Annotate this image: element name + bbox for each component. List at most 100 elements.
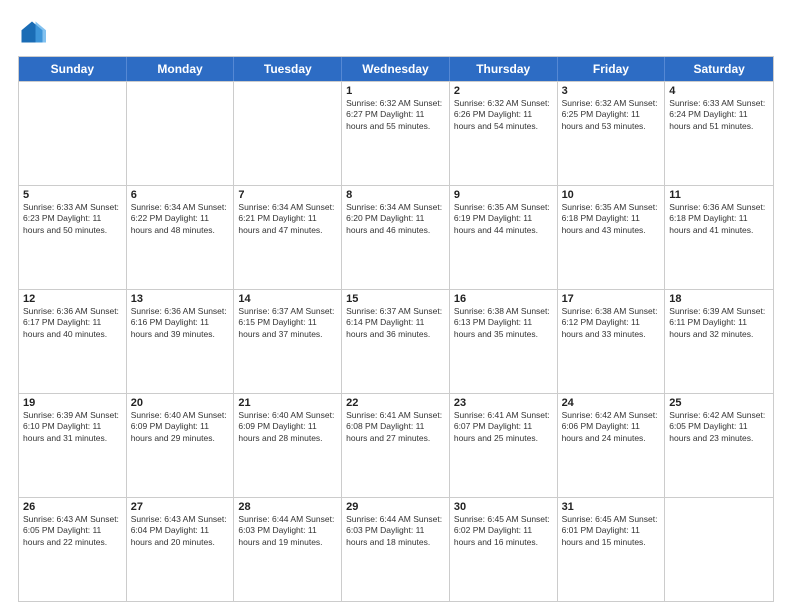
day-number: 1 xyxy=(346,85,445,97)
day-info: Sunrise: 6:38 AM Sunset: 6:13 PM Dayligh… xyxy=(454,306,553,340)
day-info: Sunrise: 6:34 AM Sunset: 6:20 PM Dayligh… xyxy=(346,202,445,236)
day-number: 16 xyxy=(454,293,553,305)
header-day-tuesday: Tuesday xyxy=(234,57,342,81)
day-number: 28 xyxy=(238,501,337,513)
day-info: Sunrise: 6:42 AM Sunset: 6:05 PM Dayligh… xyxy=(669,410,769,444)
day-info: Sunrise: 6:41 AM Sunset: 6:08 PM Dayligh… xyxy=(346,410,445,444)
day-cell-31: 31Sunrise: 6:45 AM Sunset: 6:01 PM Dayli… xyxy=(558,498,666,601)
day-cell-21: 21Sunrise: 6:40 AM Sunset: 6:09 PM Dayli… xyxy=(234,394,342,497)
day-info: Sunrise: 6:39 AM Sunset: 6:10 PM Dayligh… xyxy=(23,410,122,444)
day-cell-8: 8Sunrise: 6:34 AM Sunset: 6:20 PM Daylig… xyxy=(342,186,450,289)
header xyxy=(18,18,774,46)
day-number: 26 xyxy=(23,501,122,513)
day-cell-16: 16Sunrise: 6:38 AM Sunset: 6:13 PM Dayli… xyxy=(450,290,558,393)
day-info: Sunrise: 6:43 AM Sunset: 6:05 PM Dayligh… xyxy=(23,514,122,548)
day-info: Sunrise: 6:40 AM Sunset: 6:09 PM Dayligh… xyxy=(238,410,337,444)
day-number: 3 xyxy=(562,85,661,97)
day-info: Sunrise: 6:33 AM Sunset: 6:24 PM Dayligh… xyxy=(669,98,769,132)
day-number: 5 xyxy=(23,189,122,201)
day-cell-10: 10Sunrise: 6:35 AM Sunset: 6:18 PM Dayli… xyxy=(558,186,666,289)
empty-cell xyxy=(234,82,342,185)
day-cell-12: 12Sunrise: 6:36 AM Sunset: 6:17 PM Dayli… xyxy=(19,290,127,393)
day-info: Sunrise: 6:45 AM Sunset: 6:02 PM Dayligh… xyxy=(454,514,553,548)
empty-cell xyxy=(127,82,235,185)
day-info: Sunrise: 6:37 AM Sunset: 6:15 PM Dayligh… xyxy=(238,306,337,340)
day-info: Sunrise: 6:34 AM Sunset: 6:22 PM Dayligh… xyxy=(131,202,230,236)
day-number: 6 xyxy=(131,189,230,201)
header-day-thursday: Thursday xyxy=(450,57,558,81)
calendar-header: SundayMondayTuesdayWednesdayThursdayFrid… xyxy=(19,57,773,81)
day-cell-29: 29Sunrise: 6:44 AM Sunset: 6:03 PM Dayli… xyxy=(342,498,450,601)
day-number: 27 xyxy=(131,501,230,513)
day-cell-27: 27Sunrise: 6:43 AM Sunset: 6:04 PM Dayli… xyxy=(127,498,235,601)
header-day-saturday: Saturday xyxy=(665,57,773,81)
day-number: 11 xyxy=(669,189,769,201)
day-number: 8 xyxy=(346,189,445,201)
day-number: 22 xyxy=(346,397,445,409)
day-number: 20 xyxy=(131,397,230,409)
day-number: 10 xyxy=(562,189,661,201)
day-cell-14: 14Sunrise: 6:37 AM Sunset: 6:15 PM Dayli… xyxy=(234,290,342,393)
logo-icon xyxy=(18,18,46,46)
week-row-1: 5Sunrise: 6:33 AM Sunset: 6:23 PM Daylig… xyxy=(19,185,773,289)
day-cell-11: 11Sunrise: 6:36 AM Sunset: 6:18 PM Dayli… xyxy=(665,186,773,289)
day-number: 18 xyxy=(669,293,769,305)
day-cell-20: 20Sunrise: 6:40 AM Sunset: 6:09 PM Dayli… xyxy=(127,394,235,497)
day-cell-26: 26Sunrise: 6:43 AM Sunset: 6:05 PM Dayli… xyxy=(19,498,127,601)
day-cell-19: 19Sunrise: 6:39 AM Sunset: 6:10 PM Dayli… xyxy=(19,394,127,497)
day-info: Sunrise: 6:45 AM Sunset: 6:01 PM Dayligh… xyxy=(562,514,661,548)
day-info: Sunrise: 6:32 AM Sunset: 6:26 PM Dayligh… xyxy=(454,98,553,132)
day-info: Sunrise: 6:34 AM Sunset: 6:21 PM Dayligh… xyxy=(238,202,337,236)
day-info: Sunrise: 6:43 AM Sunset: 6:04 PM Dayligh… xyxy=(131,514,230,548)
day-info: Sunrise: 6:36 AM Sunset: 6:16 PM Dayligh… xyxy=(131,306,230,340)
day-cell-6: 6Sunrise: 6:34 AM Sunset: 6:22 PM Daylig… xyxy=(127,186,235,289)
day-cell-15: 15Sunrise: 6:37 AM Sunset: 6:14 PM Dayli… xyxy=(342,290,450,393)
day-number: 2 xyxy=(454,85,553,97)
calendar-body: 1Sunrise: 6:32 AM Sunset: 6:27 PM Daylig… xyxy=(19,81,773,601)
week-row-2: 12Sunrise: 6:36 AM Sunset: 6:17 PM Dayli… xyxy=(19,289,773,393)
week-row-4: 26Sunrise: 6:43 AM Sunset: 6:05 PM Dayli… xyxy=(19,497,773,601)
day-cell-3: 3Sunrise: 6:32 AM Sunset: 6:25 PM Daylig… xyxy=(558,82,666,185)
day-number: 14 xyxy=(238,293,337,305)
day-info: Sunrise: 6:32 AM Sunset: 6:27 PM Dayligh… xyxy=(346,98,445,132)
day-info: Sunrise: 6:35 AM Sunset: 6:18 PM Dayligh… xyxy=(562,202,661,236)
day-number: 15 xyxy=(346,293,445,305)
day-info: Sunrise: 6:41 AM Sunset: 6:07 PM Dayligh… xyxy=(454,410,553,444)
day-cell-18: 18Sunrise: 6:39 AM Sunset: 6:11 PM Dayli… xyxy=(665,290,773,393)
week-row-3: 19Sunrise: 6:39 AM Sunset: 6:10 PM Dayli… xyxy=(19,393,773,497)
day-cell-28: 28Sunrise: 6:44 AM Sunset: 6:03 PM Dayli… xyxy=(234,498,342,601)
day-number: 29 xyxy=(346,501,445,513)
day-number: 23 xyxy=(454,397,553,409)
day-cell-22: 22Sunrise: 6:41 AM Sunset: 6:08 PM Dayli… xyxy=(342,394,450,497)
day-info: Sunrise: 6:36 AM Sunset: 6:17 PM Dayligh… xyxy=(23,306,122,340)
day-number: 4 xyxy=(669,85,769,97)
day-cell-24: 24Sunrise: 6:42 AM Sunset: 6:06 PM Dayli… xyxy=(558,394,666,497)
day-cell-13: 13Sunrise: 6:36 AM Sunset: 6:16 PM Dayli… xyxy=(127,290,235,393)
week-row-0: 1Sunrise: 6:32 AM Sunset: 6:27 PM Daylig… xyxy=(19,81,773,185)
day-cell-30: 30Sunrise: 6:45 AM Sunset: 6:02 PM Dayli… xyxy=(450,498,558,601)
header-day-sunday: Sunday xyxy=(19,57,127,81)
day-number: 12 xyxy=(23,293,122,305)
day-cell-25: 25Sunrise: 6:42 AM Sunset: 6:05 PM Dayli… xyxy=(665,394,773,497)
logo xyxy=(18,18,50,46)
empty-cell xyxy=(665,498,773,601)
day-number: 25 xyxy=(669,397,769,409)
day-info: Sunrise: 6:44 AM Sunset: 6:03 PM Dayligh… xyxy=(346,514,445,548)
day-info: Sunrise: 6:32 AM Sunset: 6:25 PM Dayligh… xyxy=(562,98,661,132)
calendar: SundayMondayTuesdayWednesdayThursdayFrid… xyxy=(18,56,774,602)
day-number: 24 xyxy=(562,397,661,409)
day-number: 19 xyxy=(23,397,122,409)
day-number: 17 xyxy=(562,293,661,305)
day-number: 21 xyxy=(238,397,337,409)
calendar-page: SundayMondayTuesdayWednesdayThursdayFrid… xyxy=(0,0,792,612)
day-number: 7 xyxy=(238,189,337,201)
day-number: 9 xyxy=(454,189,553,201)
day-cell-17: 17Sunrise: 6:38 AM Sunset: 6:12 PM Dayli… xyxy=(558,290,666,393)
day-info: Sunrise: 6:44 AM Sunset: 6:03 PM Dayligh… xyxy=(238,514,337,548)
header-day-monday: Monday xyxy=(127,57,235,81)
header-day-wednesday: Wednesday xyxy=(342,57,450,81)
day-info: Sunrise: 6:38 AM Sunset: 6:12 PM Dayligh… xyxy=(562,306,661,340)
day-cell-5: 5Sunrise: 6:33 AM Sunset: 6:23 PM Daylig… xyxy=(19,186,127,289)
day-cell-23: 23Sunrise: 6:41 AM Sunset: 6:07 PM Dayli… xyxy=(450,394,558,497)
day-info: Sunrise: 6:39 AM Sunset: 6:11 PM Dayligh… xyxy=(669,306,769,340)
